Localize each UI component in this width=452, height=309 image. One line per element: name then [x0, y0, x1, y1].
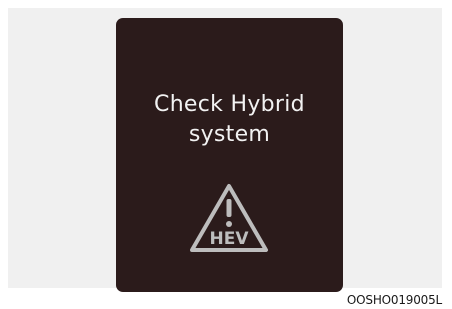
- figure-code: OOSHO019005L: [346, 293, 442, 307]
- hev-warning-icon: HEV: [190, 184, 268, 252]
- hev-icon-label: HEV: [210, 229, 250, 249]
- message-line-2: system: [188, 122, 271, 147]
- figure: Check Hybrid system HEV OOSHO019005L: [0, 0, 452, 309]
- warning-message: Check Hybrid system: [116, 90, 343, 150]
- message-line-1: Check Hybrid: [154, 92, 305, 117]
- cluster-display: Check Hybrid system HEV: [116, 18, 343, 292]
